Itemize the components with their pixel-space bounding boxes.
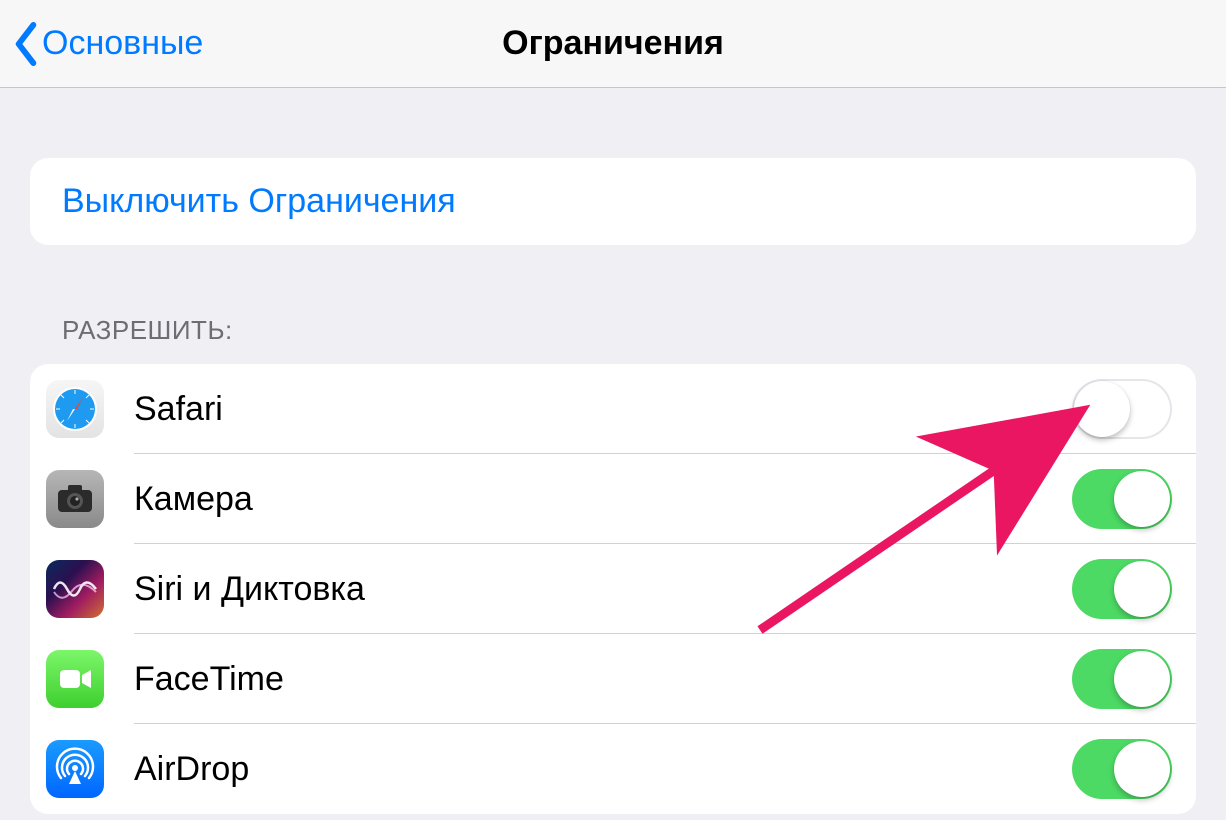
toggle-safari[interactable] [1072,379,1172,439]
airdrop-icon [46,740,104,798]
row-facetime-label: FaceTime [134,660,1072,699]
row-camera: Камера [30,454,1196,544]
chevron-left-icon [12,22,40,66]
camera-icon [46,470,104,528]
toggle-facetime[interactable] [1072,649,1172,709]
navbar: Основные Ограничения [0,0,1226,88]
facetime-icon [46,650,104,708]
group-disable: Выключить Ограничения [30,158,1196,245]
siri-icon [46,560,104,618]
section-allow-header: РАЗРЕШИТЬ: [62,315,1196,346]
row-siri: Siri и Диктовка [30,544,1196,634]
row-airdrop: AirDrop [30,724,1196,814]
content: Выключить Ограничения РАЗРЕШИТЬ: [0,158,1226,814]
back-label: Основные [42,24,203,63]
row-siri-label: Siri и Диктовка [134,570,1072,609]
disable-restrictions-button[interactable]: Выключить Ограничения [30,158,1196,245]
toggle-airdrop[interactable] [1072,739,1172,799]
row-safari-label: Safari [134,390,1072,429]
toggle-camera[interactable] [1072,469,1172,529]
row-airdrop-label: AirDrop [134,750,1072,789]
row-camera-label: Камера [134,480,1072,519]
group-allow: Safari Камера [30,364,1196,814]
back-button[interactable]: Основные [0,22,203,66]
safari-icon [46,380,104,438]
row-safari: Safari [30,364,1196,454]
row-facetime: FaceTime [30,634,1196,724]
toggle-siri[interactable] [1072,559,1172,619]
